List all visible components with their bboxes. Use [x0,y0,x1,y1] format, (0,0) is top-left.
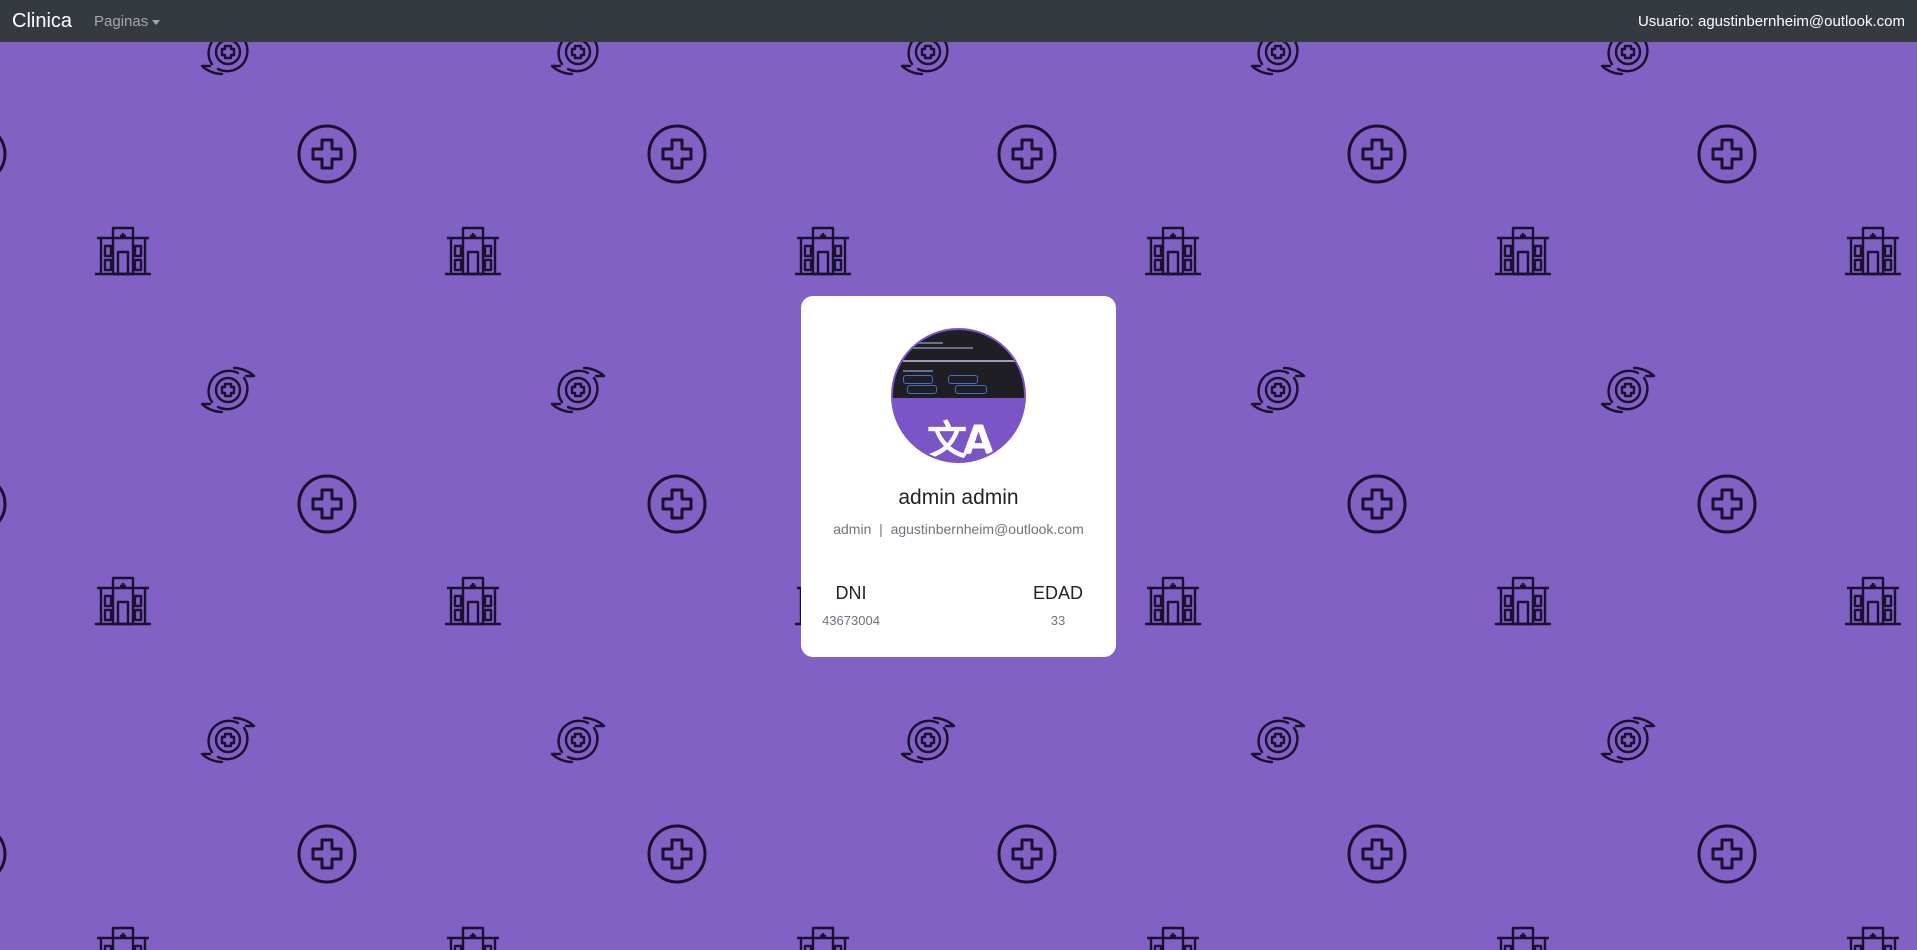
plus-circle-icon [297,824,357,884]
plus-circle-icon [297,124,357,184]
plus-circle-icon [997,124,1057,184]
care-hands-icon [550,716,606,764]
plus-circle-icon [1347,474,1407,534]
care-hands-icon [1250,716,1306,764]
hospital-icon [1145,226,1201,276]
plus-circle-icon [647,124,707,184]
care-hands-icon [1250,366,1306,414]
hospital-icon [1845,226,1901,276]
care-hands-icon [550,42,599,76]
care-hands-icon [1600,366,1656,414]
care-hands-icon [200,716,256,764]
top-navbar: Clinica Paginas Usuario: agustinbernheim… [0,0,1917,42]
hospital-icon [797,926,849,950]
care-hands-icon [900,716,956,764]
profile-card: 文A admin admin admin | agustinbernheim@o… [801,296,1116,657]
hospital-icon [1495,576,1551,626]
plus-circle-icon [0,835,7,873]
plus-circle-icon [1347,824,1407,884]
hospital-icon [1845,576,1901,626]
hospital-icon [95,226,151,276]
hospital-icon [1495,226,1551,276]
caret-down-icon [152,19,161,25]
plus-circle-icon [647,474,707,534]
care-hands-icon [200,366,256,414]
care-hands-icon [1250,42,1299,76]
care-hands-icon [200,42,249,76]
stat-dni: DNI 43673004 [801,583,901,628]
profile-email: agustinbernheim@outlook.com [890,521,1084,537]
avatar: 文A [891,328,1026,463]
care-hands-icon [550,366,606,414]
plus-circle-icon [1697,824,1757,884]
hospital-icon [1147,926,1199,950]
profile-role: admin [833,521,872,537]
stat-dni-label: DNI [835,583,867,603]
hospital-icon [1145,576,1201,626]
care-hands-icon [1600,716,1656,764]
care-hands-icon [900,42,949,76]
profile-name: admin admin [898,486,1019,509]
plus-circle-icon [997,824,1057,884]
hospital-icon [445,226,501,276]
plus-circle-icon [297,474,357,534]
care-hands-icon [1600,42,1649,76]
plus-circle-icon [1347,124,1407,184]
stat-edad-value: 33 [1050,613,1066,628]
profile-meta: admin | agustinbernheim@outlook.com [801,521,1116,537]
brand-link[interactable]: Clinica [12,10,72,33]
paginas-dropdown[interactable]: Paginas [94,12,161,30]
plus-circle-icon [1697,124,1757,184]
hospital-icon [95,576,151,626]
hospital-icon [447,926,499,950]
meta-separator: | [879,521,883,537]
paginas-dropdown-label: Paginas [94,12,149,30]
hospital-icon [97,926,149,950]
hospital-icon [1497,926,1549,950]
current-user-label: Usuario: agustinbernheim@outlook.com [1637,12,1905,30]
avatar-screenshot-area [893,330,1024,399]
translate-icon: 文A [927,418,994,463]
stat-edad: EDAD 33 [1008,583,1108,628]
stat-edad-label: EDAD [1032,583,1083,603]
plus-circle-icon [1697,474,1757,534]
plus-circle-icon [0,135,7,173]
hospital-icon [795,226,851,276]
plus-circle-icon [647,824,707,884]
hospital-icon [1847,926,1899,950]
hospital-icon [445,576,501,626]
stat-dni-value: 43673004 [822,613,880,628]
plus-circle-icon [0,485,7,523]
